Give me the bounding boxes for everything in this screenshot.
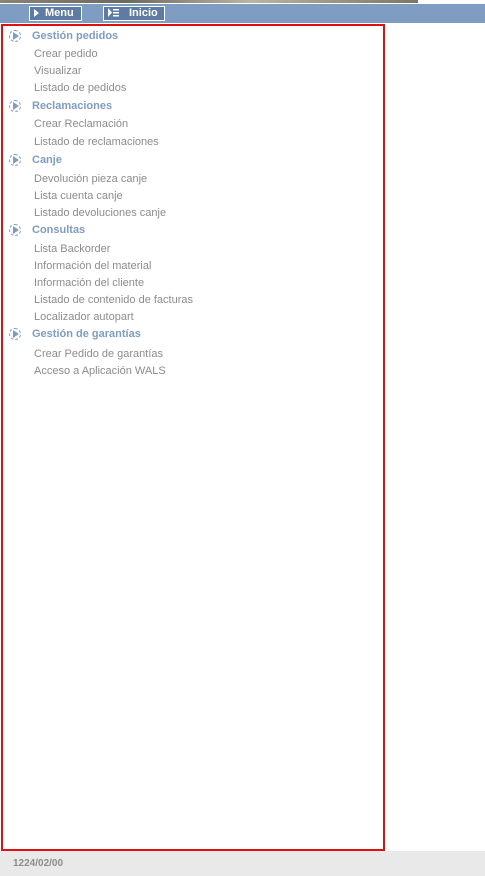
menu-section-title: Gestión pedidos: [32, 30, 119, 42]
menu-item-link[interactable]: Crear pedido: [34, 47, 98, 61]
inicio-button-label: Inicio: [129, 7, 158, 19]
banner-image: [0, 0, 418, 3]
menu-item-link[interactable]: Listado de contenido de facturas: [34, 293, 193, 307]
play-circle-icon: [9, 224, 21, 236]
menu-item-link[interactable]: Listado de pedidos: [34, 81, 126, 95]
play-circle-icon: [9, 100, 21, 112]
navigation-menu-panel: Gestión pedidos Crear pedido Visualizar Lis…: [1, 24, 385, 851]
menu-item-link[interactable]: Información del cliente: [34, 276, 144, 290]
menu-item-link[interactable]: Lista Backorder: [34, 242, 110, 256]
menu-item-link[interactable]: Acceso a Aplicación WALS: [34, 364, 166, 378]
menu-section-title: Gestión de garantías: [32, 328, 141, 340]
menu-item-link[interactable]: Información del material: [34, 259, 151, 273]
version-code: 1224/02/00: [13, 858, 64, 869]
menu-item-link[interactable]: Listado devoluciones canje: [34, 206, 166, 220]
menu-button-label: Menu: [45, 7, 74, 19]
play-triangle-icon: [34, 9, 39, 17]
menu-item-link[interactable]: Listado de reclamaciones: [34, 135, 159, 149]
home-menu-icon: [108, 8, 119, 17]
menu-item-link[interactable]: Devolución pieza canje: [34, 172, 147, 186]
menu-item-link[interactable]: Visualizar: [34, 64, 82, 78]
toolbar: Menu Inicio: [0, 4, 485, 23]
status-footer: 1224/02/00: [0, 851, 485, 876]
menu-item-link[interactable]: Localizador autopart: [34, 310, 134, 324]
play-circle-icon: [9, 154, 21, 166]
play-circle-icon: [9, 328, 21, 340]
inicio-button[interactable]: Inicio: [103, 6, 165, 21]
play-circle-icon: [9, 30, 21, 42]
menu-item-link[interactable]: Lista cuenta canje: [34, 189, 123, 203]
menu-section-title: Consultas: [32, 224, 86, 236]
menu-section-title: Reclamaciones: [32, 100, 113, 112]
menu-button[interactable]: Menu: [29, 6, 82, 21]
menu-item-link[interactable]: Crear Reclamación: [34, 117, 128, 131]
menu-item-link[interactable]: Crear Pedido de garantías: [34, 347, 163, 361]
menu-section-title: Canje: [32, 154, 62, 166]
